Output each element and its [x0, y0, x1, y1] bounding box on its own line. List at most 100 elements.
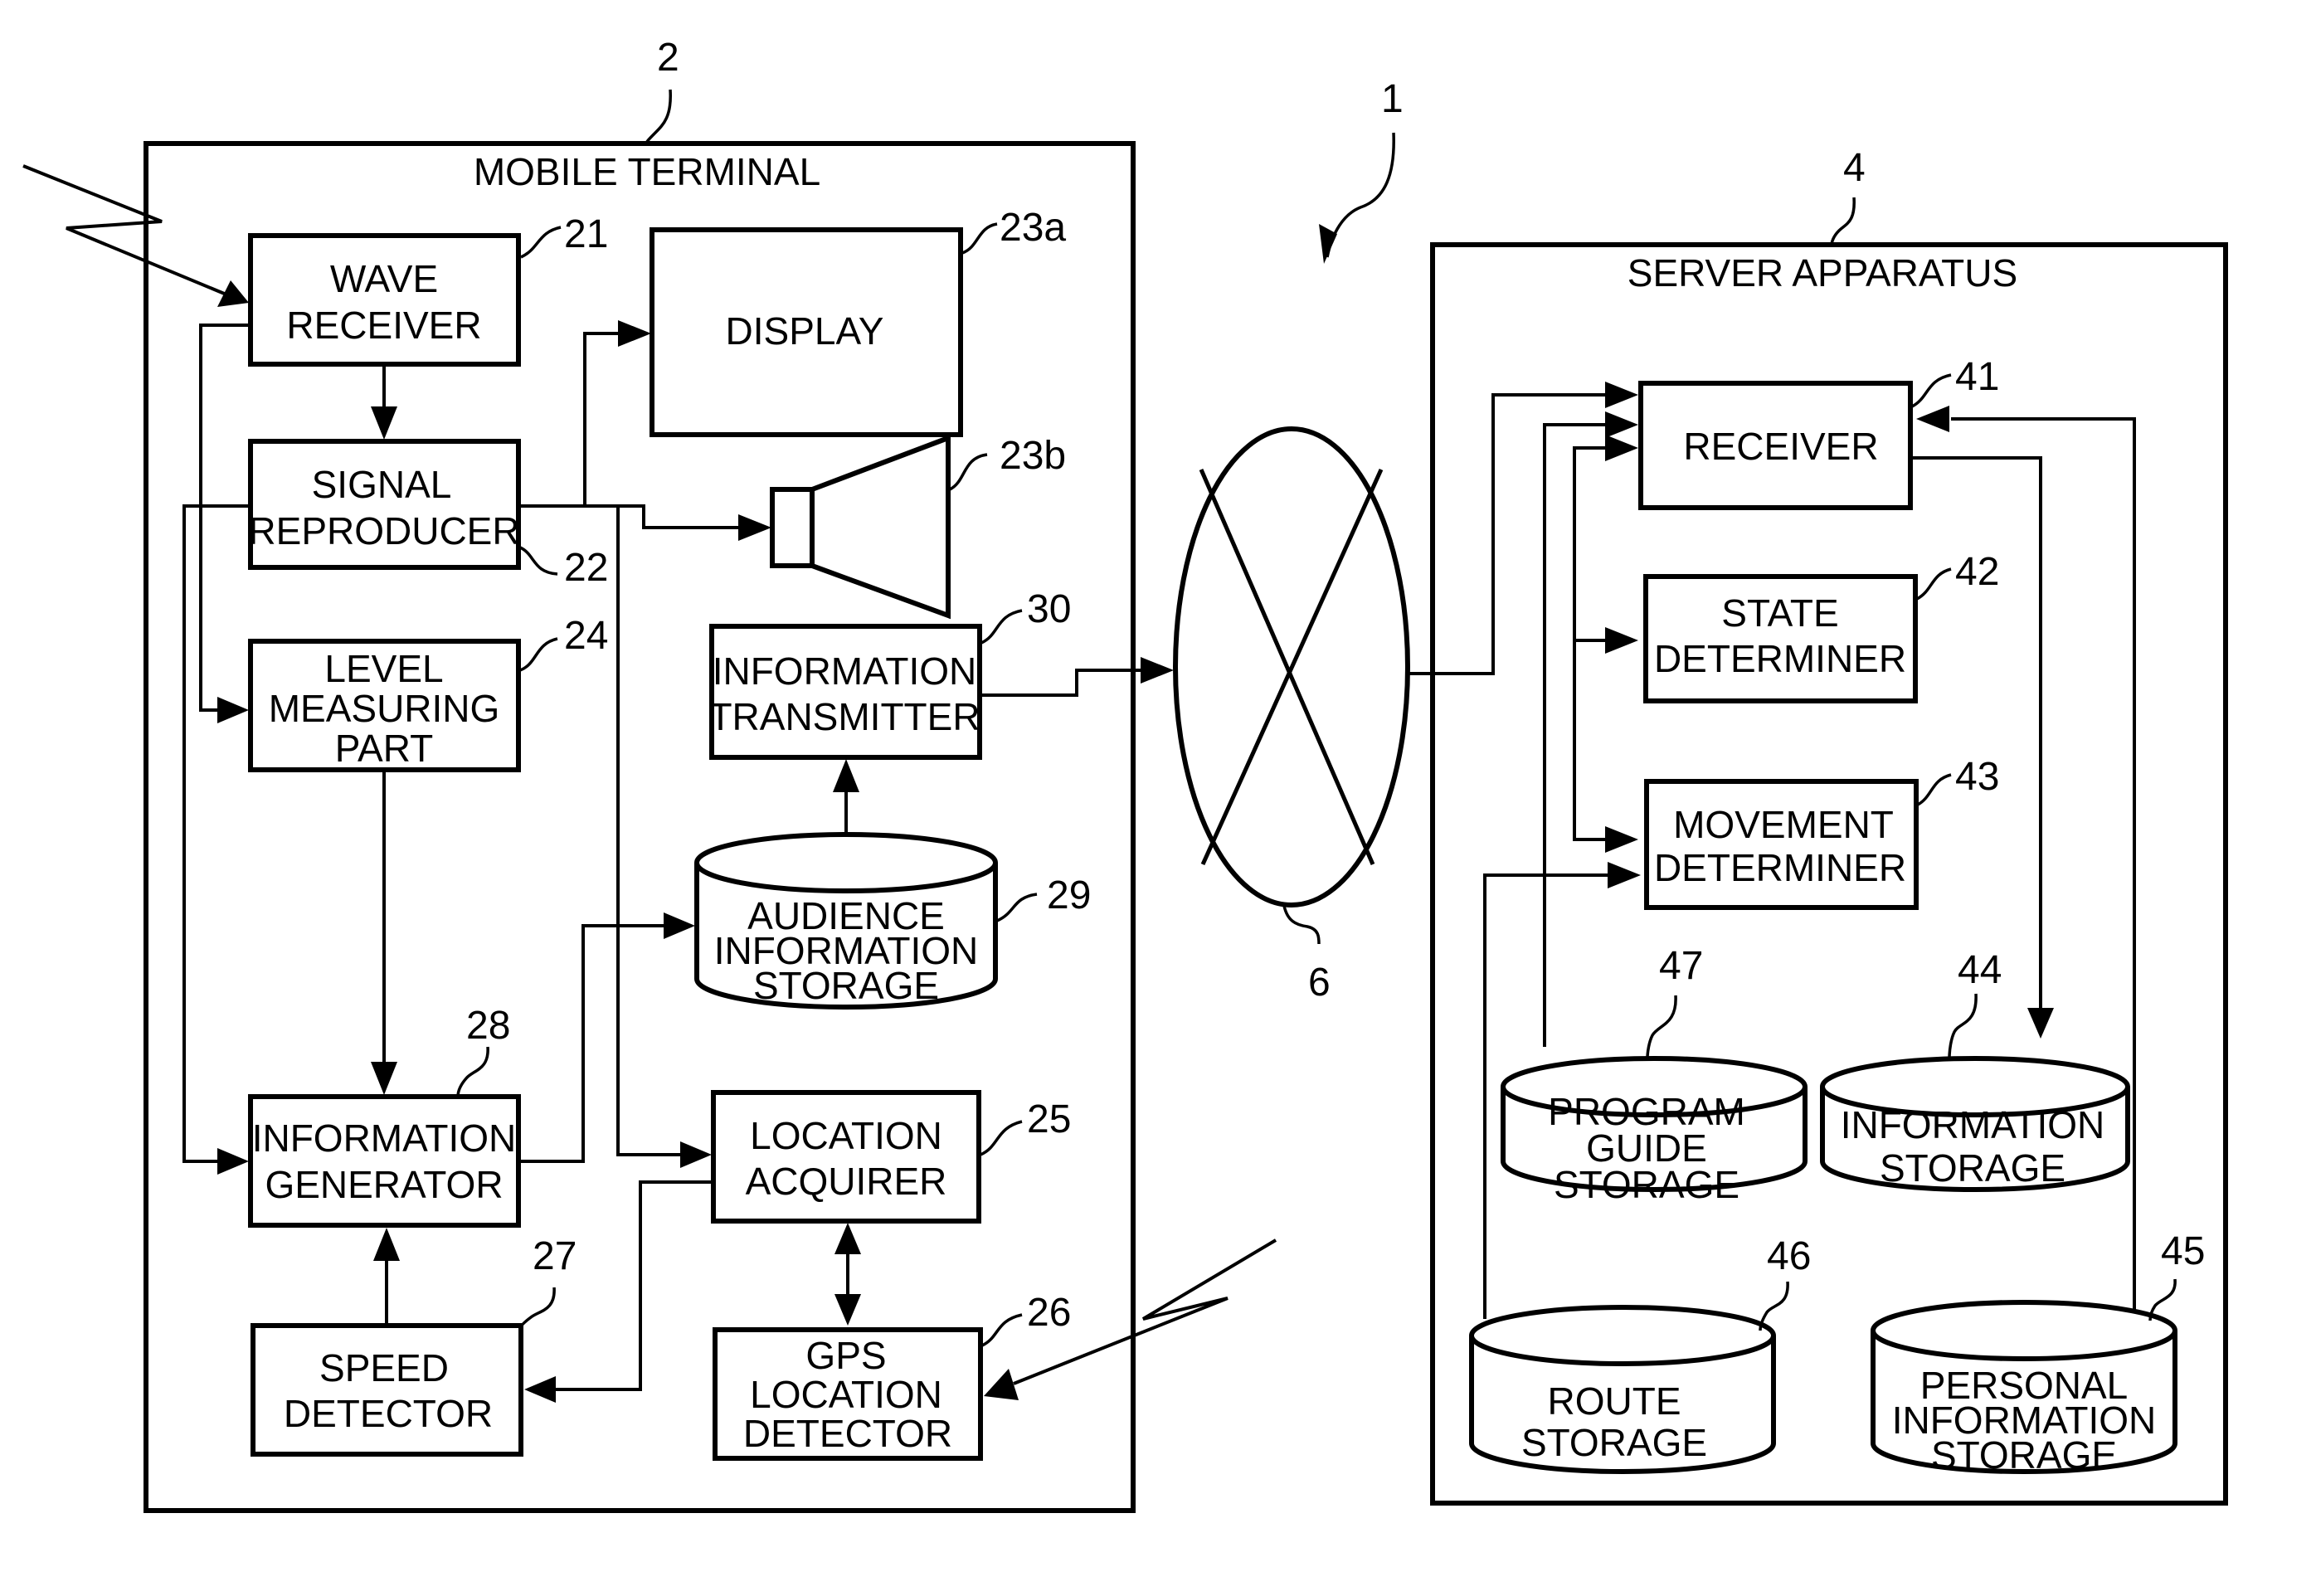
movement-determiner-ref: 43	[1955, 755, 1999, 799]
state-determiner-ref: 42	[1955, 550, 1999, 594]
mobile-terminal-title: MOBILE TERMINAL	[474, 150, 820, 193]
information-storage-cylinder[interactable]: INFORMATION STORAGE	[1820, 1056, 2130, 1192]
server-apparatus: SERVER APPARATUS 4 RECEIVER 41 STATE DET…	[1430, 146, 2228, 1506]
information-transmitter-block[interactable]: INFORMATION TRANSMITTER	[708, 624, 982, 760]
system-reference: 1	[1319, 77, 1404, 264]
personal-storage-label-3: STORAGE	[1931, 1433, 2117, 1477]
reproducer-to-display-wire	[520, 332, 644, 508]
location-acquirer-ref-leader	[980, 1120, 1023, 1156]
receiver-to-determiners-wire	[1573, 446, 1605, 841]
information-storage-ref: 44	[1958, 948, 2002, 992]
wave-receiver-block[interactable]: WAVE RECEIVER	[248, 233, 521, 367]
reproducer-to-generator-wire	[182, 504, 251, 1163]
speed-detector-ref-leader	[519, 1287, 556, 1328]
state-determiner-label-2: DETERMINER	[1654, 637, 1906, 680]
generator-to-storage-arrow	[664, 912, 695, 939]
audience-information-storage-cylinder[interactable]: AUDIENCE INFORMATION STORAGE	[694, 832, 998, 1010]
audience-storage-ref: 29	[1047, 873, 1091, 917]
server-apparatus-title: SERVER APPARATUS	[1628, 251, 2017, 294]
reproducer-to-speaker-arrow	[738, 514, 771, 541]
level-measuring-label-3: PART	[335, 727, 433, 770]
state-determiner-block[interactable]: STATE DETERMINER	[1643, 574, 1918, 703]
transmitter-label-1: INFORMATION	[713, 650, 977, 693]
mobile-terminal: MOBILE TERMINAL 2 WAVE RECEIVER 21 DISPL…	[22, 36, 1277, 1513]
movement-determiner-label-1: MOVEMENT	[1673, 803, 1894, 846]
location-to-speed-arrow	[524, 1376, 556, 1403]
receiver-to-movement-arrow	[1605, 826, 1638, 853]
transmitter-label-2: TRANSMITTER	[708, 695, 980, 738]
receiver-to-level-wire	[199, 324, 251, 712]
gps-ref: 26	[1027, 1291, 1071, 1335]
personal-to-receiver-arrow	[1916, 406, 1949, 432]
receiver-label: RECEIVER	[1683, 425, 1878, 468]
signal-reproducer-label-2: REPRODUCER	[248, 509, 519, 552]
program-guide-to-receiver-arrow	[1605, 411, 1638, 438]
personal-storage-ref: 45	[2161, 1229, 2205, 1273]
speed-detector-ref: 27	[533, 1234, 577, 1278]
level-measuring-ref: 24	[564, 614, 608, 658]
personal-information-storage-cylinder[interactable]: PERSONAL INFORMATION STORAGE	[1871, 1300, 2177, 1477]
display-ref-leader	[961, 222, 998, 255]
gps-satellite-arrowhead	[984, 1369, 1019, 1400]
mobile-terminal-ref-leader	[644, 89, 672, 147]
network-ref: 6	[1308, 961, 1331, 1005]
receiver-block[interactable]: RECEIVER	[1638, 381, 1913, 510]
program-guide-ref-leader	[1646, 995, 1677, 1059]
speaker-icon	[770, 434, 951, 620]
network: 6	[1173, 382, 1638, 1005]
receiver-to-state-arrow	[1605, 627, 1638, 654]
receiver-to-info-storage-wire	[1912, 456, 2042, 1008]
system-ref-arrowhead	[1319, 224, 1337, 264]
location-acquirer-block[interactable]: LOCATION ACQUIRER	[711, 1090, 981, 1224]
signal-reproducer-block[interactable]: SIGNAL REPRODUCER	[248, 439, 521, 570]
display-label: DISPLAY	[726, 309, 884, 353]
generator-to-storage-wire	[520, 924, 664, 1163]
information-storage-label-2: STORAGE	[1880, 1146, 2065, 1190]
gps-location-detector-block[interactable]: GPS LOCATION DETECTOR	[713, 1327, 983, 1461]
route-storage-ref: 46	[1767, 1234, 1811, 1278]
location-acquirer-label-2: ACQUIRER	[746, 1160, 947, 1203]
wave-receiver-label-2: RECEIVER	[286, 304, 481, 347]
reproducer-to-location-wire	[616, 506, 680, 1156]
gps-label-2: LOCATION	[750, 1373, 942, 1416]
receiver-to-info-storage-arrow	[2027, 1008, 2054, 1039]
route-storage-cylinder[interactable]: ROUTE STORAGE	[1469, 1305, 1776, 1474]
system-ref-leader	[1326, 132, 1395, 258]
movement-determiner-ref-leader	[1917, 773, 1952, 806]
transmitter-to-network-wire	[981, 669, 1141, 697]
speed-detector-block[interactable]: SPEED DETECTOR	[251, 1323, 523, 1457]
generator-ref-leader	[456, 1046, 489, 1097]
reproducer-to-generator-arrow	[217, 1148, 249, 1175]
signal-reproducer-ref: 22	[564, 546, 608, 590]
generator-label-1: INFORMATION	[252, 1117, 517, 1160]
location-to-speed-wire	[556, 1180, 713, 1391]
reproducer-to-display-arrow	[618, 320, 651, 347]
broadcast-wave-signal	[22, 164, 233, 299]
level-measuring-ref-leader	[519, 637, 558, 672]
display-block[interactable]: DISPLAY	[650, 227, 963, 437]
route-storage-label-2: STORAGE	[1521, 1421, 1707, 1464]
level-measuring-part-block[interactable]: LEVEL MEASURING PART	[248, 639, 521, 772]
wave-to-reproducer-arrow	[371, 406, 397, 440]
wave-receiver-ref: 21	[564, 212, 608, 256]
generator-ref: 28	[466, 1004, 510, 1048]
gps-label-1: GPS	[805, 1334, 886, 1377]
audience-storage-label-3: STORAGE	[753, 964, 939, 1007]
movement-determiner-block[interactable]: MOVEMENT DETERMINER	[1644, 779, 1919, 910]
audience-storage-ref-leader	[996, 893, 1038, 922]
receiver-to-level-arrow	[217, 697, 249, 723]
display-ref: 23a	[1000, 206, 1066, 250]
level-measuring-label-2: MEASURING	[269, 687, 500, 730]
route-storage-label-1: ROUTE	[1548, 1379, 1681, 1423]
level-measuring-label-1: LEVEL	[324, 647, 443, 690]
program-guide-ref: 47	[1659, 944, 1703, 988]
reproducer-to-speaker-wire	[585, 504, 738, 529]
speaker-ref: 23b	[1000, 434, 1066, 478]
receiver-ref: 41	[1955, 355, 1999, 399]
program-guide-storage-cylinder[interactable]: PROGRAM GUIDE STORAGE	[1501, 1056, 1808, 1206]
wave-receiver-ref-leader	[520, 226, 562, 259]
receiver-ref-leader	[1911, 373, 1952, 408]
reproducer-to-location-arrow	[680, 1141, 712, 1168]
information-generator-block[interactable]: INFORMATION GENERATOR	[248, 1094, 521, 1228]
network-cross-line-2	[1200, 468, 1384, 866]
